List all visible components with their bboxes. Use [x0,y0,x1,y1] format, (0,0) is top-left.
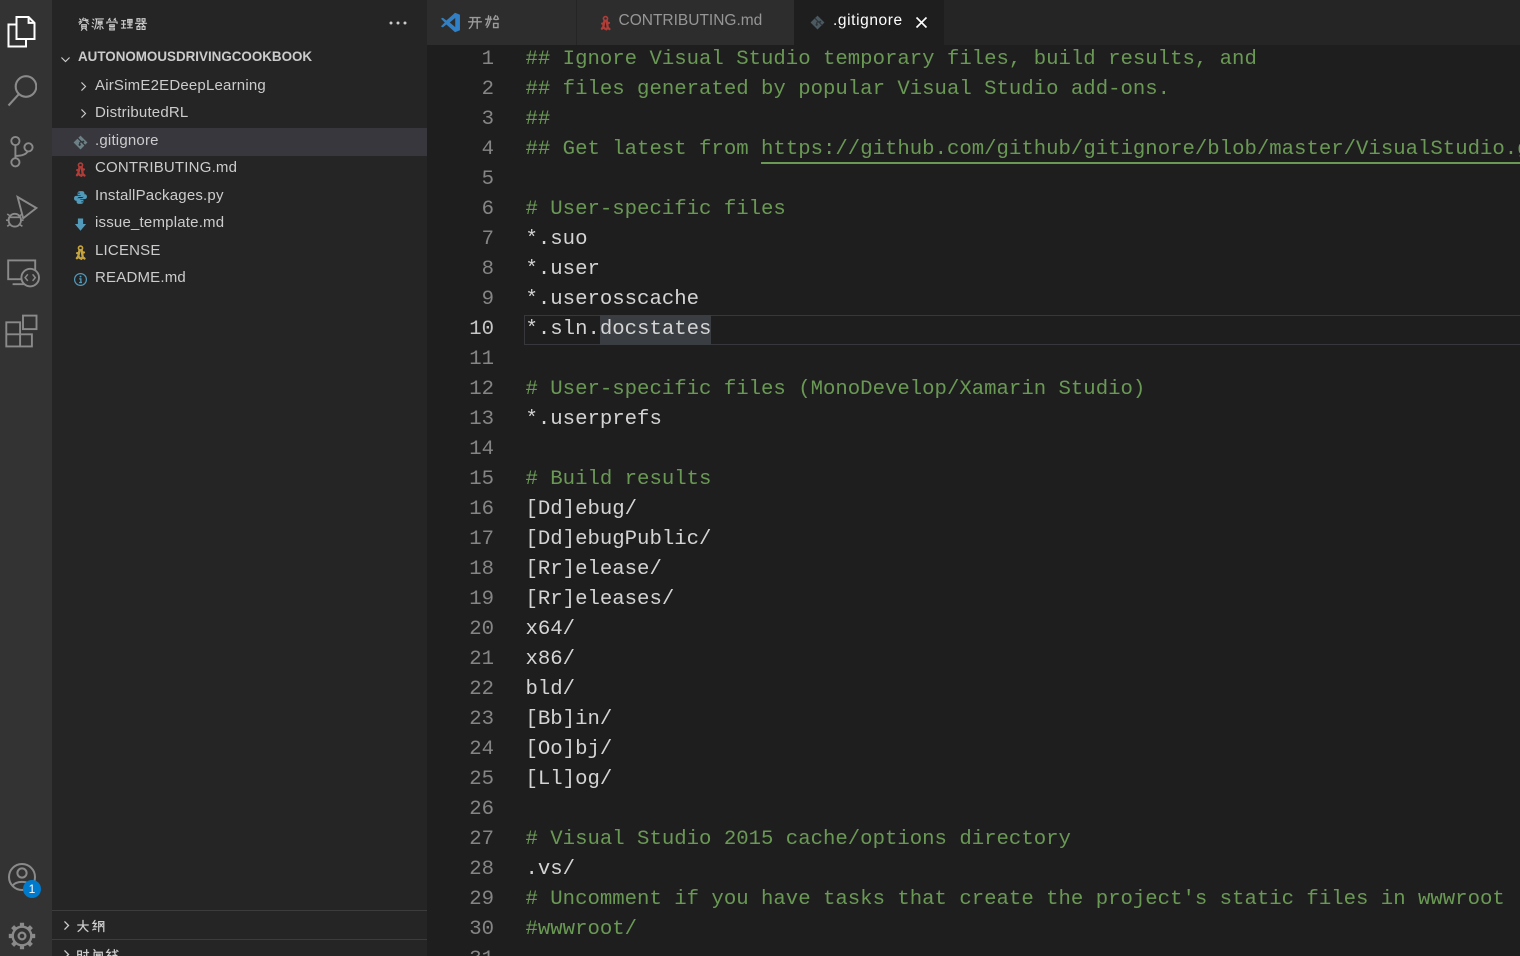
svg-text:1: 1 [29,882,36,896]
